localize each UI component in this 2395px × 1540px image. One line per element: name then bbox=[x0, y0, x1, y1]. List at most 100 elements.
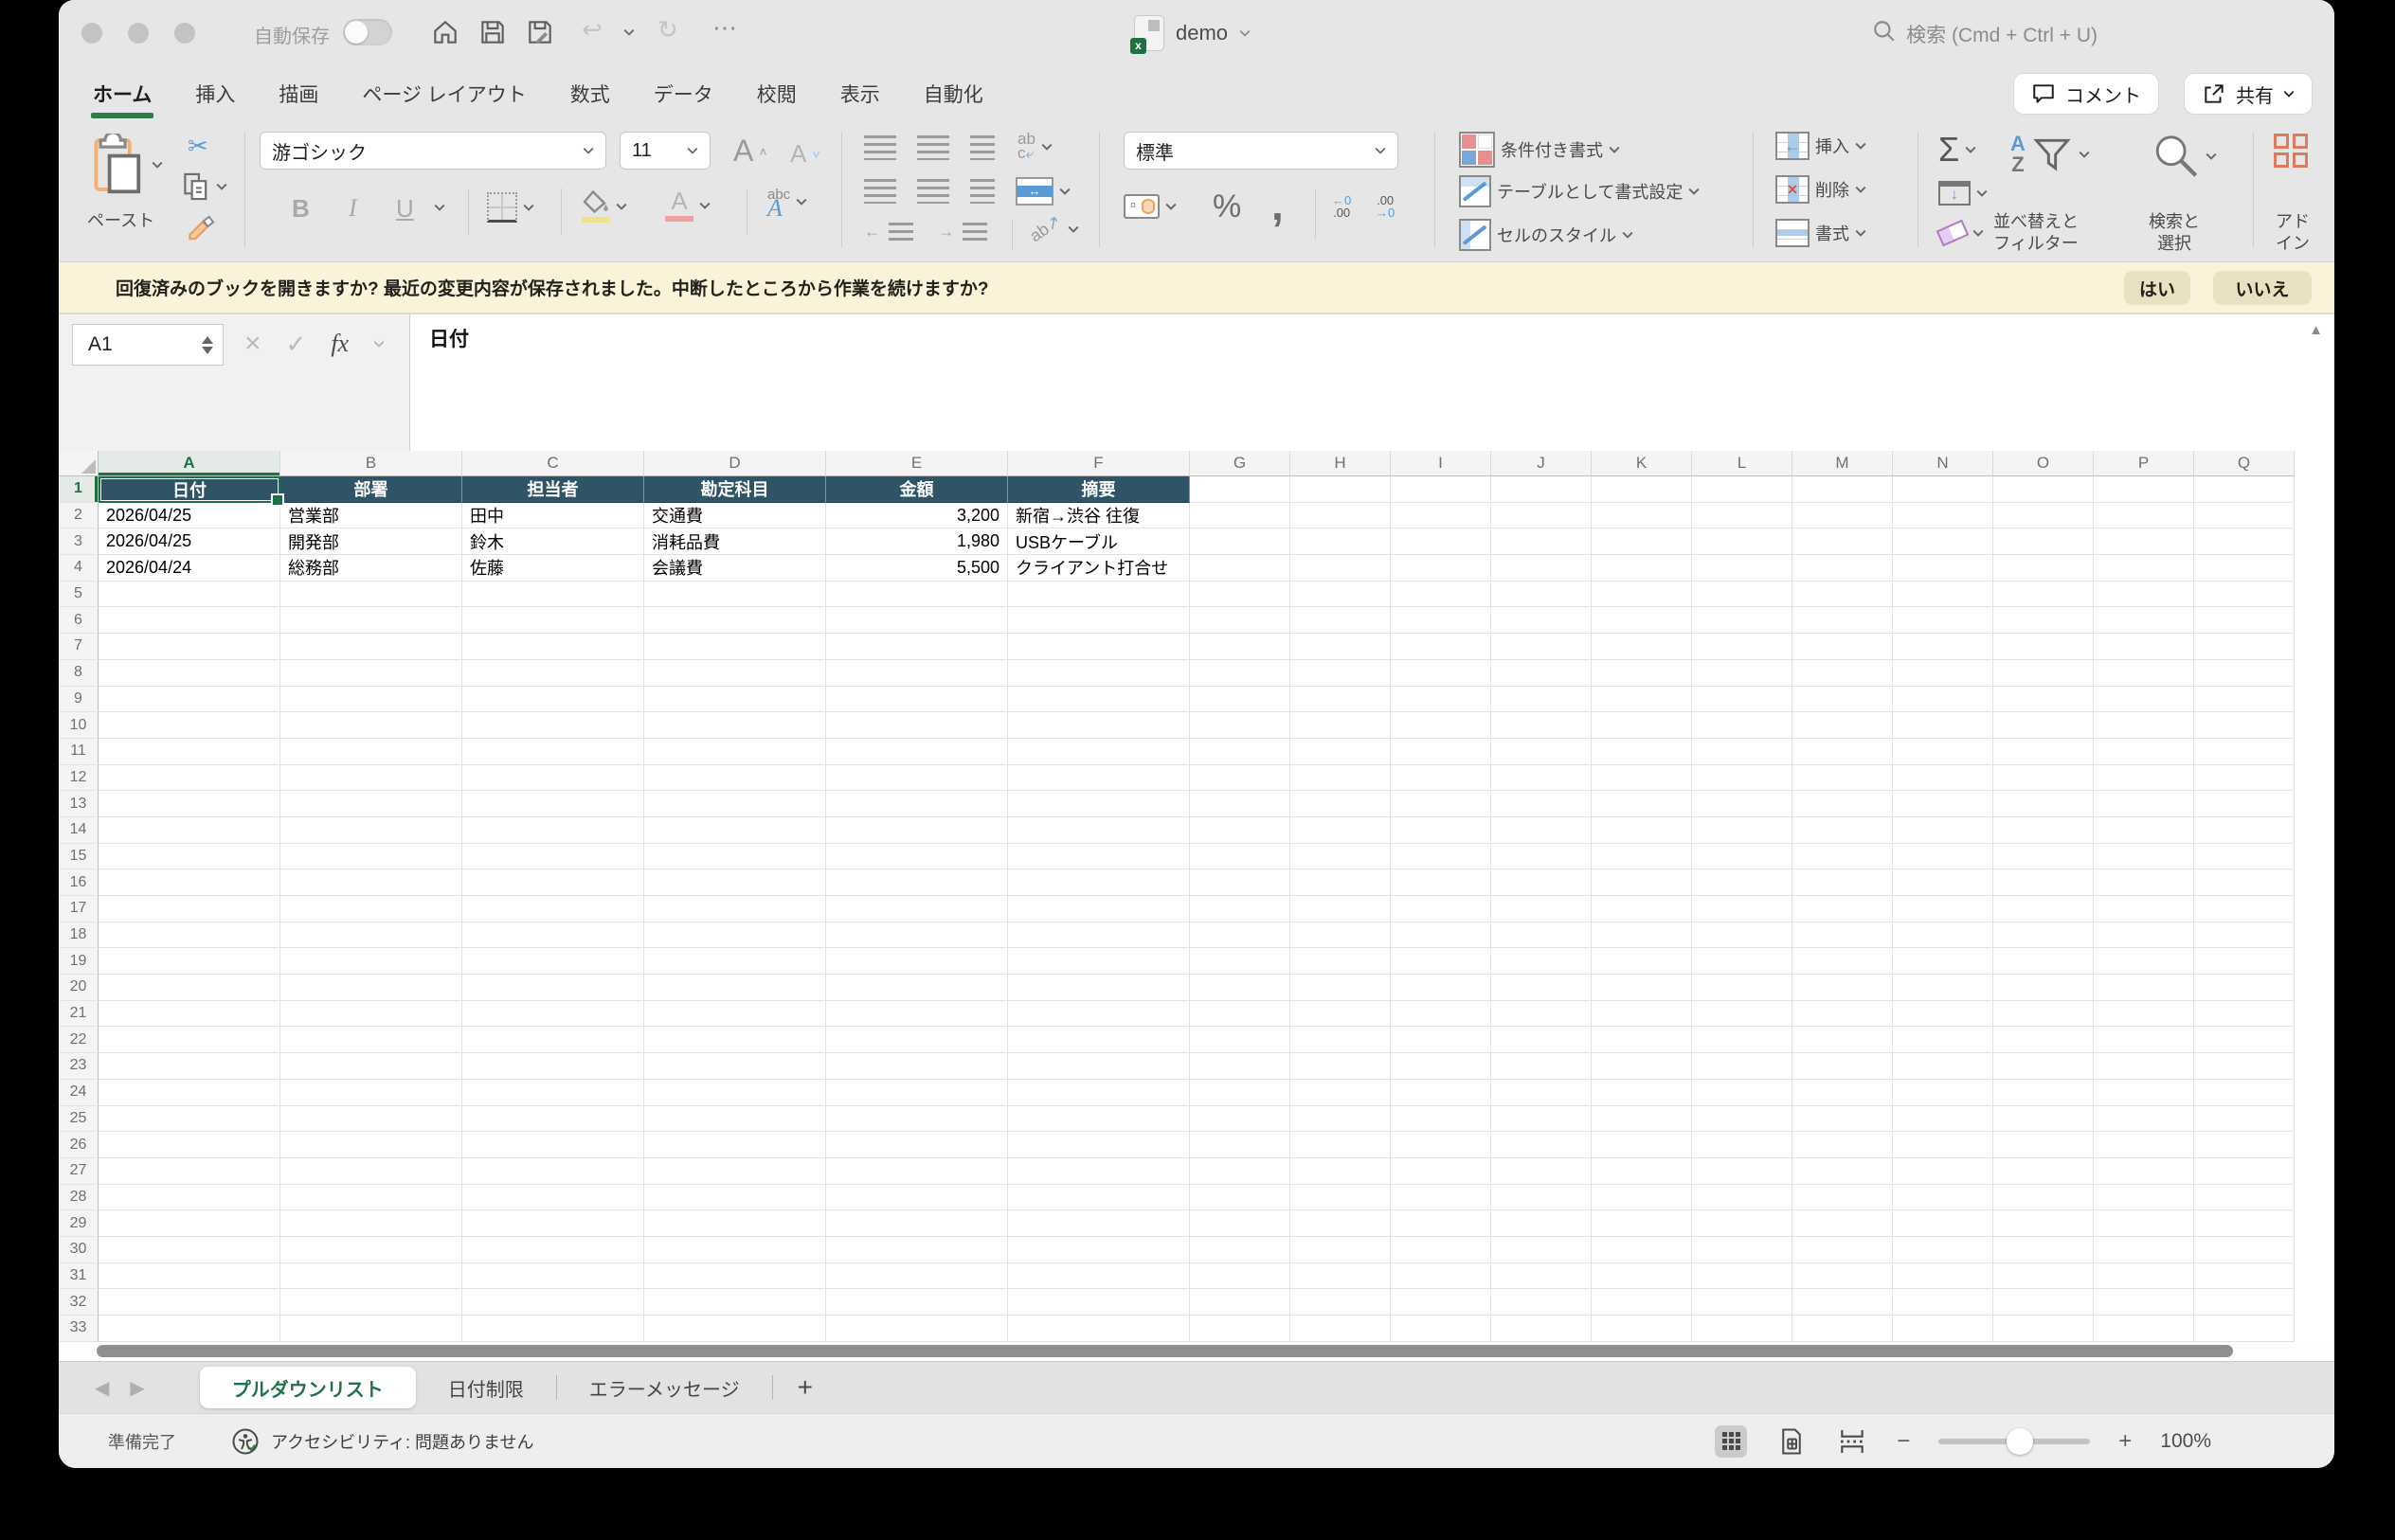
grid-cell-K18[interactable] bbox=[1592, 922, 1692, 949]
row-header-27[interactable]: 27 bbox=[59, 1157, 99, 1185]
grid-cell-A3[interactable]: 2026/04/25 bbox=[99, 528, 280, 556]
grid-cell-A4[interactable]: 2026/04/24 bbox=[99, 555, 280, 582]
grid-cell-K7[interactable] bbox=[1592, 634, 1692, 660]
grid-cell-L27[interactable] bbox=[1692, 1157, 1792, 1185]
row-header-13[interactable]: 13 bbox=[59, 791, 99, 817]
grid-cell-K19[interactable] bbox=[1592, 948, 1692, 976]
grid-cell-D31[interactable] bbox=[644, 1262, 826, 1290]
grid-cell-C31[interactable] bbox=[462, 1262, 644, 1290]
grid-cell-B2[interactable]: 営業部 bbox=[280, 502, 462, 529]
grid-cell-B10[interactable] bbox=[280, 712, 462, 739]
grid-cell-N14[interactable] bbox=[1893, 816, 1993, 844]
grid-cell-O27[interactable] bbox=[1993, 1157, 2094, 1185]
column-header-N[interactable]: N bbox=[1893, 451, 1993, 476]
grid-cell-E9[interactable] bbox=[826, 686, 1008, 713]
grid-cell-K5[interactable] bbox=[1592, 581, 1692, 608]
grid-cell-E11[interactable] bbox=[826, 738, 1008, 765]
grid-cell-H4[interactable] bbox=[1290, 555, 1391, 582]
grid-cell-F32[interactable] bbox=[1008, 1289, 1190, 1316]
grid-cell-L17[interactable] bbox=[1692, 896, 1792, 922]
row-header-32[interactable]: 32 bbox=[59, 1289, 99, 1316]
grid-cell-B21[interactable] bbox=[280, 1000, 462, 1028]
grid-cell-E32[interactable] bbox=[826, 1289, 1008, 1316]
grid-cell-Q9[interactable] bbox=[2194, 686, 2295, 713]
grid-cell-J12[interactable] bbox=[1491, 764, 1592, 792]
grid-cell-F13[interactable] bbox=[1008, 791, 1190, 817]
grid-cell-B13[interactable] bbox=[280, 791, 462, 817]
grid-cell-L13[interactable] bbox=[1692, 791, 1792, 817]
grid-cell-H6[interactable] bbox=[1290, 607, 1391, 635]
grid-cell-L8[interactable] bbox=[1692, 659, 1792, 687]
grid-cell-Q10[interactable] bbox=[2194, 712, 2295, 739]
grid-cell-A30[interactable] bbox=[99, 1236, 280, 1263]
grid-cell-O24[interactable] bbox=[1993, 1079, 2094, 1106]
grid-cell-B16[interactable] bbox=[280, 869, 462, 896]
grid-cell-C20[interactable] bbox=[462, 975, 644, 1001]
grid-cell-M9[interactable] bbox=[1792, 686, 1893, 713]
grid-cell-C8[interactable] bbox=[462, 659, 644, 687]
grid-cell-Q17[interactable] bbox=[2194, 896, 2295, 922]
grid-cell-H31[interactable] bbox=[1290, 1262, 1391, 1290]
row-header-7[interactable]: 7 bbox=[59, 634, 99, 660]
grid-cell-N32[interactable] bbox=[1893, 1289, 1993, 1316]
grid-cell-P32[interactable] bbox=[2094, 1289, 2194, 1316]
grid-cell-A33[interactable] bbox=[99, 1316, 280, 1342]
grid-cell-G28[interactable] bbox=[1190, 1184, 1290, 1211]
grid-cell-I18[interactable] bbox=[1391, 922, 1491, 949]
grid-cell-B29[interactable] bbox=[280, 1210, 462, 1237]
grid-cell-P8[interactable] bbox=[2094, 659, 2194, 687]
grid-cell-H29[interactable] bbox=[1290, 1210, 1391, 1237]
grid-cell-A29[interactable] bbox=[99, 1210, 280, 1237]
grid-cell-C28[interactable] bbox=[462, 1184, 644, 1211]
grid-cell-H32[interactable] bbox=[1290, 1289, 1391, 1316]
grid-cell-J13[interactable] bbox=[1491, 791, 1592, 817]
grid-cell-C29[interactable] bbox=[462, 1210, 644, 1237]
grid-cell-D10[interactable] bbox=[644, 712, 826, 739]
row-header-12[interactable]: 12 bbox=[59, 764, 99, 792]
grid-cell-B30[interactable] bbox=[280, 1236, 462, 1263]
number-format-select[interactable]: 標準 bbox=[1124, 132, 1398, 170]
grid-cell-H7[interactable] bbox=[1290, 634, 1391, 660]
grid-cell-H21[interactable] bbox=[1290, 1000, 1391, 1028]
grid-cell-O11[interactable] bbox=[1993, 738, 2094, 765]
increase-font-icon[interactable]: A ˄ bbox=[733, 134, 767, 169]
grid-cell-K9[interactable] bbox=[1592, 686, 1692, 713]
grid-cell-H27[interactable] bbox=[1290, 1157, 1391, 1185]
grid-cell-F18[interactable] bbox=[1008, 922, 1190, 949]
grid-cell-D29[interactable] bbox=[644, 1210, 826, 1237]
grid-cell-Q1[interactable] bbox=[2194, 476, 2295, 503]
grid-cell-P1[interactable] bbox=[2094, 476, 2194, 503]
grid-cell-D23[interactable] bbox=[644, 1053, 826, 1080]
grid-cell-G4[interactable] bbox=[1190, 555, 1290, 582]
home-icon[interactable] bbox=[430, 17, 460, 47]
paste-button[interactable] bbox=[91, 134, 163, 196]
column-header-E[interactable]: E bbox=[826, 451, 1008, 476]
grid-cell-F17[interactable] bbox=[1008, 896, 1190, 922]
grid-cell-I12[interactable] bbox=[1391, 764, 1491, 792]
grid-cell-K1[interactable] bbox=[1592, 476, 1692, 503]
grid-cell-M3[interactable] bbox=[1792, 528, 1893, 556]
tab-formulas[interactable]: 数式 bbox=[570, 67, 610, 120]
column-header-I[interactable]: I bbox=[1391, 451, 1491, 476]
grid-cell-P10[interactable] bbox=[2094, 712, 2194, 739]
grid-cell-D21[interactable] bbox=[644, 1000, 826, 1028]
grid-cell-I10[interactable] bbox=[1391, 712, 1491, 739]
grid-cell-J26[interactable] bbox=[1491, 1132, 1592, 1158]
grid-cell-N3[interactable] bbox=[1893, 528, 1993, 556]
grid-cell-E21[interactable] bbox=[826, 1000, 1008, 1028]
grid-cell-K20[interactable] bbox=[1592, 975, 1692, 1001]
grid-cell-O7[interactable] bbox=[1993, 634, 2094, 660]
grid-cell-L2[interactable] bbox=[1692, 502, 1792, 529]
grid-cell-E28[interactable] bbox=[826, 1184, 1008, 1211]
row-header-18[interactable]: 18 bbox=[59, 922, 99, 949]
grid-cell-K16[interactable] bbox=[1592, 869, 1692, 896]
grid-cell-Q23[interactable] bbox=[2194, 1053, 2295, 1080]
grid-cell-C12[interactable] bbox=[462, 764, 644, 792]
grid-cell-G24[interactable] bbox=[1190, 1079, 1290, 1106]
grid-cell-L10[interactable] bbox=[1692, 712, 1792, 739]
grid-cell-A27[interactable] bbox=[99, 1157, 280, 1185]
grid-cell-C24[interactable] bbox=[462, 1079, 644, 1106]
grid-cell-O32[interactable] bbox=[1993, 1289, 2094, 1316]
grid-cell-G6[interactable] bbox=[1190, 607, 1290, 635]
grid-cell-M4[interactable] bbox=[1792, 555, 1893, 582]
